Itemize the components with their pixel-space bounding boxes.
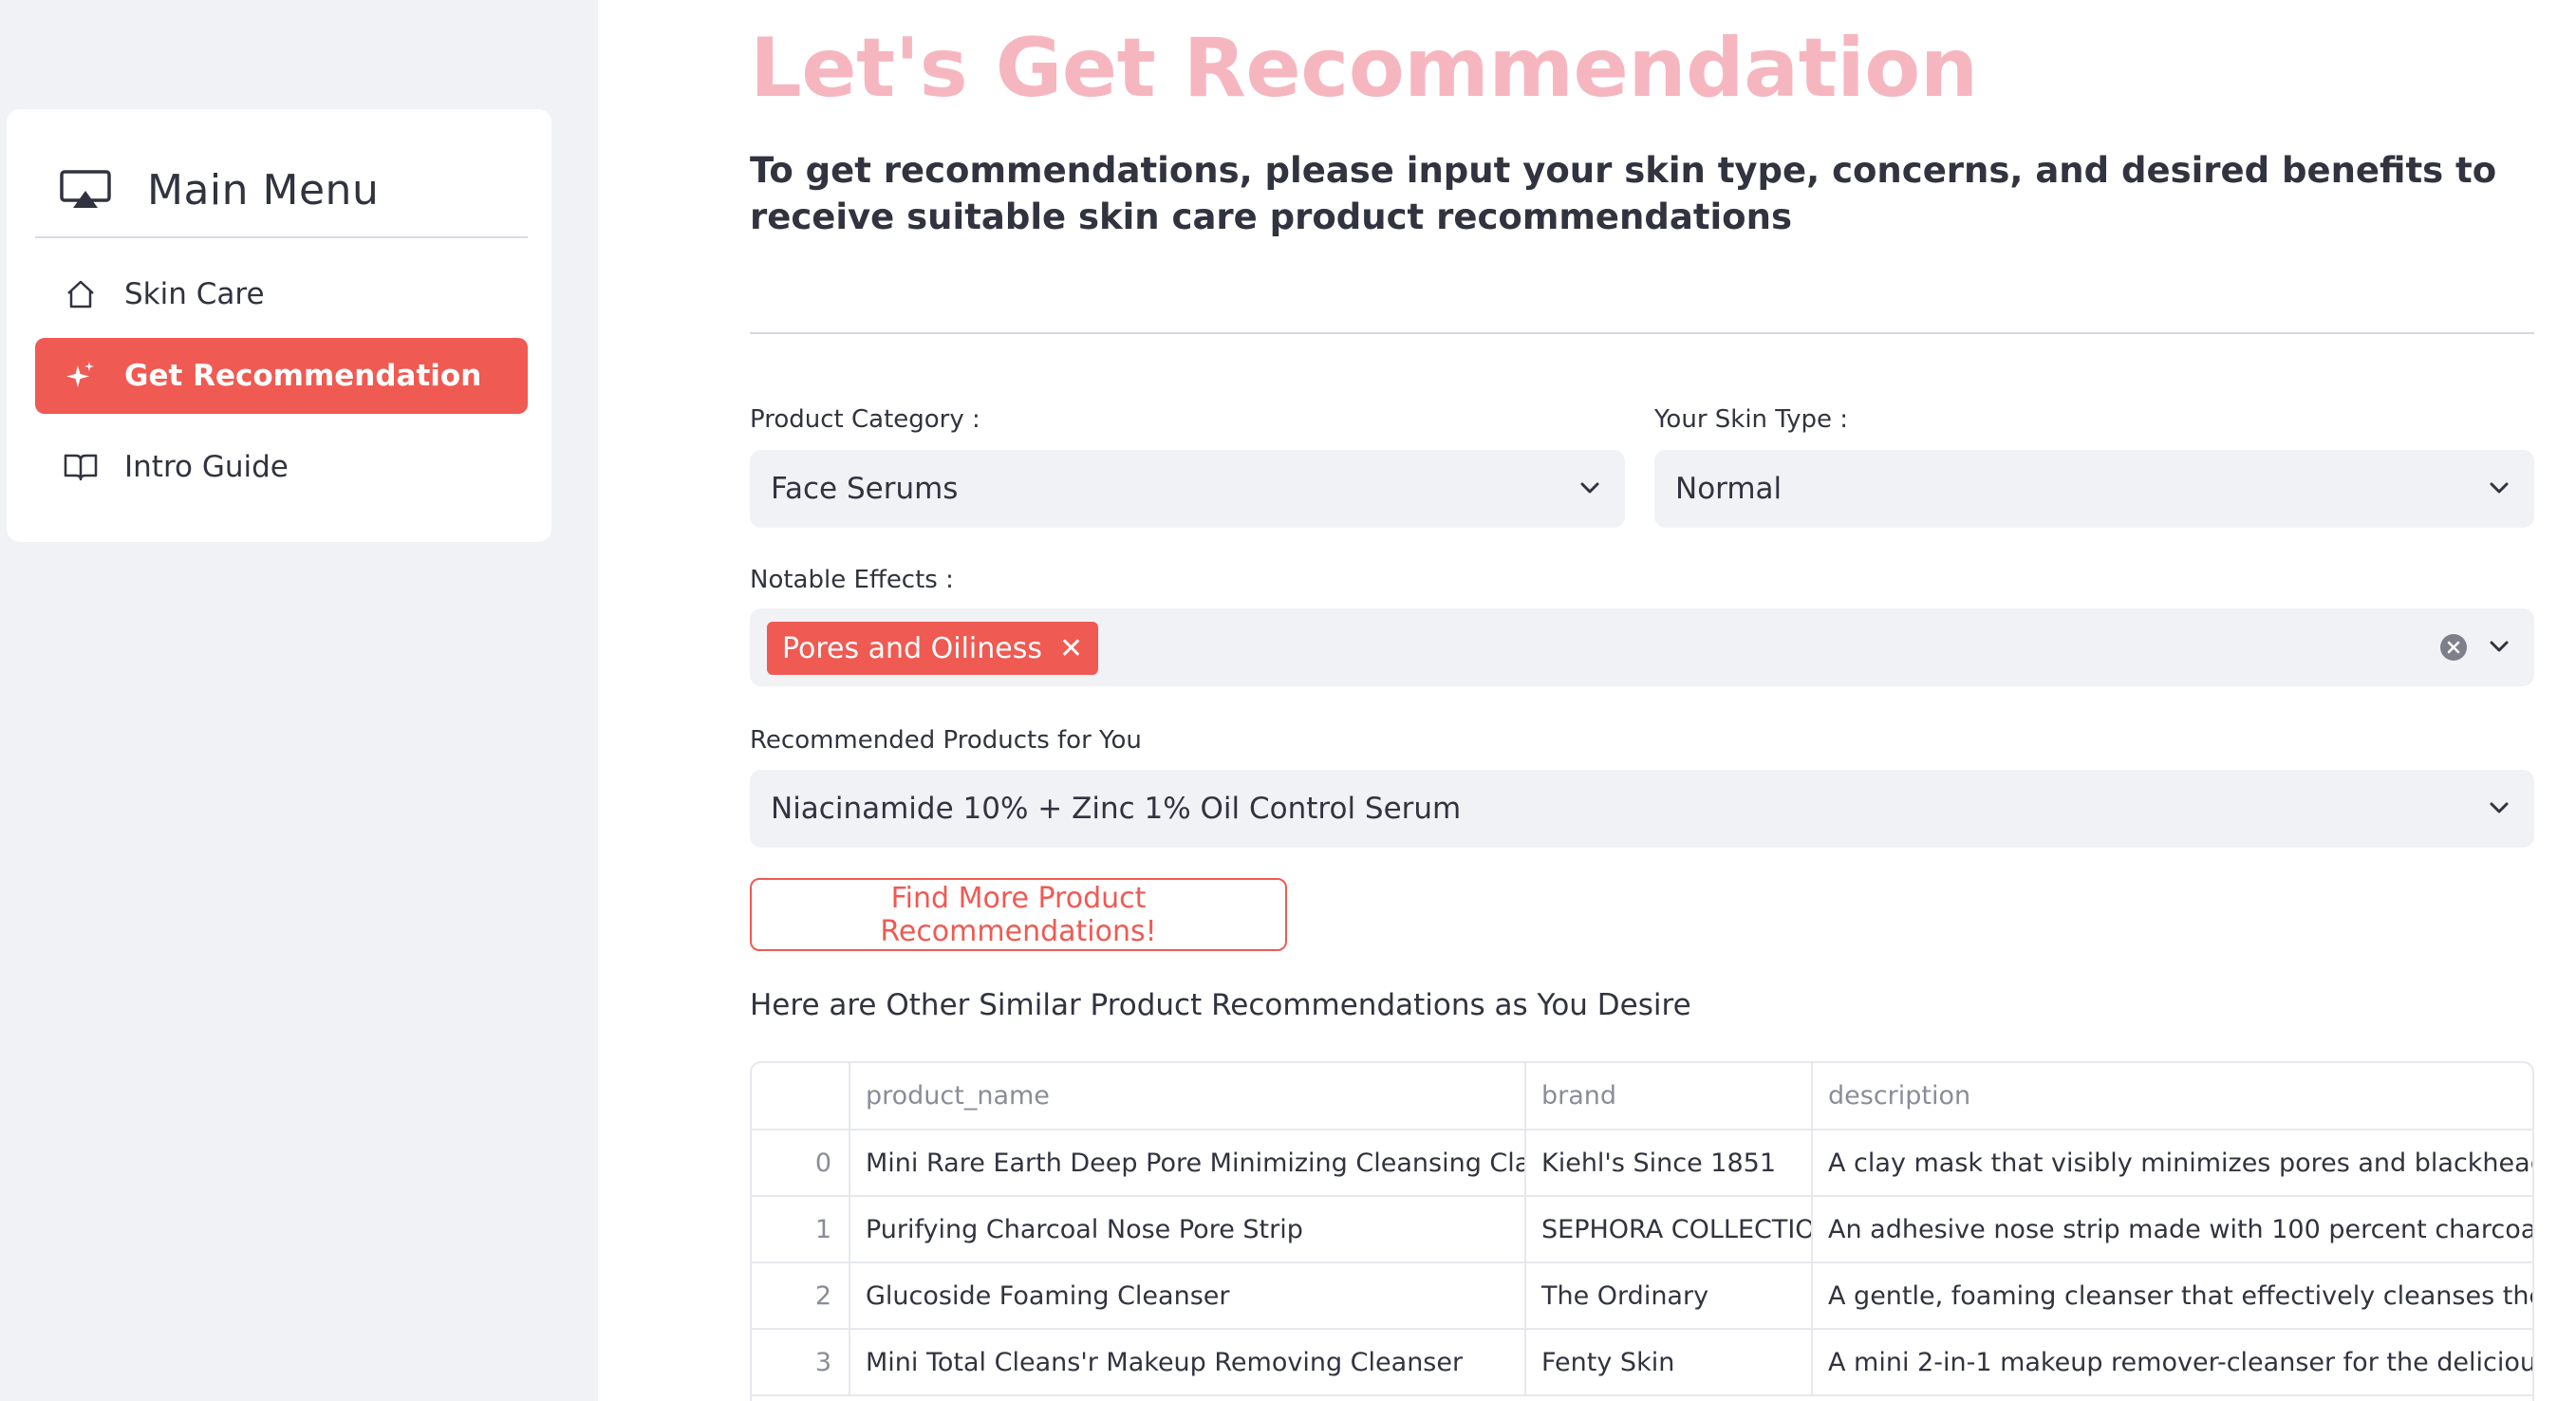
sidebar: Main Menu Skin Care Get Recommendation I… — [0, 0, 598, 1401]
row-index: 3 — [752, 1329, 850, 1396]
close-icon[interactable]: ✕ — [1059, 632, 1083, 665]
cell-description[interactable]: An adhesive nose strip made with 100 per… — [1812, 1196, 2532, 1263]
cell-product-name[interactable]: Mini Total Cleans'r Makeup Removing Clea… — [849, 1329, 1526, 1396]
sidebar-item-label: Get Recommendation — [124, 359, 482, 393]
sidebar-item-label: Skin Care — [124, 277, 265, 311]
table-row[interactable]: 1 Purifying Charcoal Nose Pore Strip SEP… — [752, 1196, 2532, 1263]
column-header[interactable] — [752, 1063, 850, 1130]
app: Main Menu Skin Care Get Recommendation I… — [0, 0, 2576, 1401]
book-icon — [64, 450, 98, 484]
sparkles-icon — [64, 359, 98, 393]
skin-type-select[interactable]: Normal — [1654, 450, 2534, 528]
cell-brand[interactable]: The Ordinary — [1525, 1262, 1813, 1330]
row-index: 0 — [752, 1130, 850, 1197]
skin-type-value: Normal — [1675, 472, 1783, 506]
clear-all-icon[interactable] — [2439, 633, 2468, 662]
menu-header: Main Menu — [35, 143, 528, 238]
similar-products-text: Here are Other Similar Product Recommend… — [750, 988, 1691, 1022]
effect-tag-label: Pores and Oiliness — [782, 631, 1042, 665]
sidebar-item-skin-care[interactable]: Skin Care — [35, 256, 528, 332]
notable-effects-label: Notable Effects : — [750, 566, 954, 594]
chevron-down-icon — [1580, 482, 1599, 494]
column-header[interactable]: brand — [1525, 1063, 1813, 1130]
row-index: 2 — [752, 1262, 850, 1330]
product-category-label: Product Category : — [750, 405, 980, 434]
recommendations-table[interactable]: product_name brand description 0 Mini Ra… — [750, 1061, 2534, 1401]
table-row[interactable]: 2 Glucoside Foaming Cleanser The Ordinar… — [752, 1262, 2532, 1330]
recommended-product-value: Niacinamide 10% + Zinc 1% Oil Control Se… — [771, 792, 1462, 826]
divider — [750, 332, 2534, 334]
cell-product-name[interactable]: Purifying Charcoal Nose Pore Strip — [849, 1196, 1526, 1263]
effect-tag[interactable]: Pores and Oiliness ✕ — [767, 622, 1099, 675]
cell-product-name[interactable]: Mini Rare Earth Deep Pore Minimizing Cle… — [849, 1130, 1526, 1197]
row-index: 1 — [752, 1196, 850, 1263]
chevron-down-icon — [2490, 641, 2509, 652]
chevron-down-icon — [2490, 802, 2509, 813]
recommended-products-select[interactable]: Niacinamide 10% + Zinc 1% Oil Control Se… — [750, 770, 2534, 848]
skin-type-label: Your Skin Type : — [1654, 405, 1849, 434]
column-header[interactable]: product_name — [849, 1063, 1526, 1130]
cell-description[interactable]: A clay mask that visibly minimizes pores… — [1812, 1130, 2532, 1197]
notable-effects-multiselect[interactable]: Pores and Oiliness ✕ — [750, 608, 2534, 686]
page-title: Let's Get Recommendation — [750, 21, 1978, 116]
page-subtitle: To get recommendations, please input you… — [750, 150, 2497, 237]
table-row[interactable]: 3 Mini Total Cleans'r Makeup Removing Cl… — [752, 1329, 2532, 1396]
column-header[interactable]: description — [1812, 1063, 2532, 1130]
cell-description[interactable]: A mini 2-in-1 makeup remover-cleanser fo… — [1812, 1329, 2532, 1396]
product-category-value: Face Serums — [771, 472, 959, 506]
product-category-select[interactable]: Face Serums — [750, 450, 1625, 528]
cell-brand[interactable]: SEPHORA COLLECTION — [1525, 1196, 1813, 1263]
cell-product-name[interactable]: Glucoside Foaming Cleanser — [849, 1262, 1526, 1330]
cell-description[interactable]: A gentle, foaming cleanser that effectiv… — [1812, 1262, 2532, 1330]
sidebar-item-intro-guide[interactable]: Intro Guide — [35, 429, 528, 505]
find-more-button[interactable]: Find More Product Recommendations! — [750, 878, 1287, 951]
menu-title: Main Menu — [147, 165, 380, 215]
sidebar-item-label: Intro Guide — [124, 450, 289, 484]
airplay-icon — [60, 170, 111, 208]
recommended-products-label: Recommended Products for You — [750, 726, 1142, 755]
table-row[interactable]: 0 Mini Rare Earth Deep Pore Minimizing C… — [752, 1130, 2532, 1197]
home-icon — [64, 277, 98, 311]
cell-brand[interactable]: Kiehl's Since 1851 — [1525, 1130, 1813, 1197]
sidebar-item-get-recommendation[interactable]: Get Recommendation — [35, 338, 528, 414]
table-header-row: product_name brand description — [752, 1063, 2532, 1130]
chevron-down-icon — [2490, 482, 2509, 494]
main-menu-card: Main Menu Skin Care Get Recommendation I… — [7, 109, 551, 542]
cell-brand[interactable]: Fenty Skin — [1525, 1329, 1813, 1396]
